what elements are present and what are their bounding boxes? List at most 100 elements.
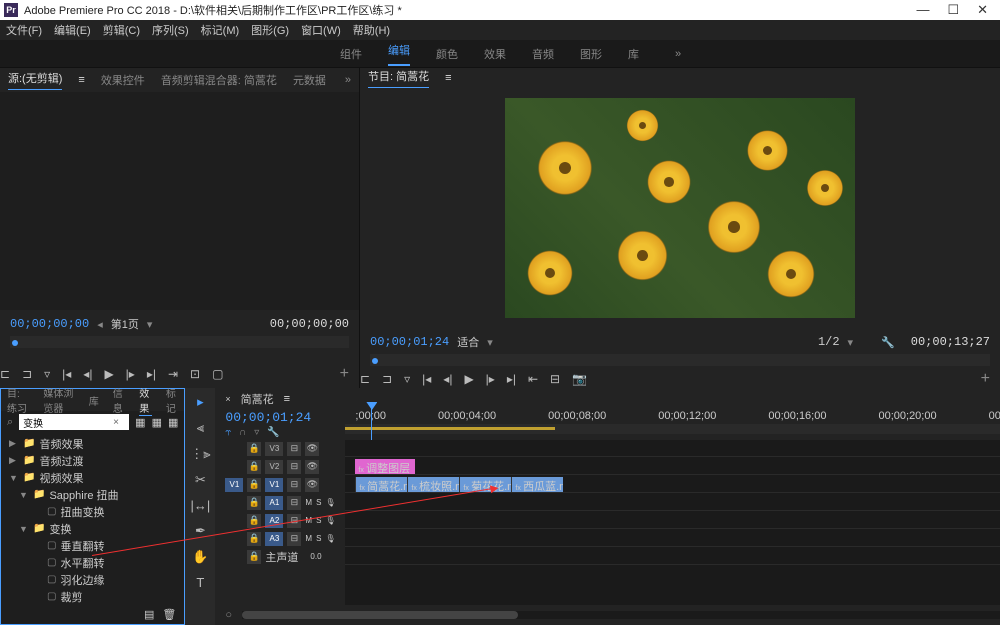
program-zoom[interactable]: 1/2 <box>818 335 840 349</box>
program-fit[interactable]: 适合 <box>457 334 479 350</box>
program-tab[interactable]: 节目: 简蒿花 <box>368 68 429 88</box>
clip-video[interactable]: fx 简蒿花.mp4 <box>355 477 407 492</box>
marker-icon[interactable]: ▿ <box>44 367 50 381</box>
insert-icon[interactable]: ⇥ <box>168 367 178 381</box>
preset-bin-icon[interactable]: ▦ <box>168 416 178 429</box>
timeline-tc[interactable]: 00;00;01;24 <box>225 410 345 425</box>
source-tab-source[interactable]: 源:(无剪辑) <box>8 70 62 90</box>
marker-add-icon[interactable]: ▿ <box>254 427 259 438</box>
ws-assembly[interactable]: 组件 <box>340 46 362 62</box>
menu-sequence[interactable]: 序列(S) <box>152 22 189 38</box>
clear-search-icon[interactable]: × <box>113 417 119 428</box>
preset-bin-icon[interactable]: ▦ <box>152 416 162 429</box>
tree-item[interactable]: ▢垂直翻转 <box>5 537 180 554</box>
ws-effects[interactable]: 效果 <box>484 46 506 62</box>
wrench-icon[interactable]: 🔧 <box>881 336 895 349</box>
menu-help[interactable]: 帮助(H) <box>353 22 390 38</box>
mark-in-icon[interactable]: ⊏ <box>0 367 10 381</box>
settings-icon[interactable]: 🔧 <box>267 427 279 438</box>
source-page[interactable]: 第1页 <box>111 316 139 332</box>
new-bin-icon[interactable]: ▤ <box>144 608 154 621</box>
ws-editing[interactable]: 编辑 <box>388 42 410 66</box>
source-tab-effectcontrols[interactable]: 效果控件 <box>101 72 145 88</box>
tree-item[interactable]: ▶📁音频效果 <box>5 435 180 452</box>
extract-icon[interactable]: ⊟ <box>550 372 560 386</box>
track-select-tool-icon[interactable]: ⫷ <box>197 420 204 436</box>
tree-item[interactable]: ▢裁剪 <box>5 588 180 604</box>
step-fwd-icon[interactable]: ▸| <box>147 367 156 381</box>
minimize-button[interactable]: — <box>916 2 929 18</box>
program-tc-in[interactable]: 00;00;01;24 <box>370 335 449 349</box>
mark-out-icon[interactable]: ⊐ <box>382 372 392 386</box>
export-frame-icon[interactable]: ▢ <box>212 367 223 381</box>
clip-video[interactable]: fx 西瓜蓝.mp4 <box>511 477 563 492</box>
ws-color[interactable]: 颜色 <box>436 46 458 62</box>
type-tool-icon[interactable]: T <box>196 575 204 590</box>
razor-tool-icon[interactable]: ✂ <box>195 472 206 488</box>
menu-graphics[interactable]: 图形(G) <box>251 22 289 38</box>
step-back-icon[interactable]: |◂ <box>422 372 431 386</box>
track-v1[interactable]: V1 <box>265 478 283 492</box>
slip-tool-icon[interactable]: |↔| <box>191 498 211 513</box>
source-tab-audiomixer[interactable]: 音频剪辑混合器: 简蒿花 <box>161 72 277 88</box>
zoom-out-icon[interactable]: ○ <box>225 609 232 621</box>
prev-frame-icon[interactable]: ◂| <box>443 372 452 386</box>
track-a1[interactable]: A1 <box>265 496 283 510</box>
program-monitor[interactable] <box>360 88 1000 328</box>
overwrite-icon[interactable]: ⊡ <box>190 367 200 381</box>
menu-edit[interactable]: 编辑(E) <box>54 22 91 38</box>
pen-tool-icon[interactable]: ✒ <box>195 523 206 539</box>
ws-audio[interactable]: 音频 <box>532 46 554 62</box>
lift-icon[interactable]: ⇤ <box>528 372 538 386</box>
link-icon[interactable]: ∩ <box>239 427 246 438</box>
source-tc-in[interactable]: 00;00;00;00 <box>10 317 89 331</box>
tree-item[interactable]: ▢扭曲变换 <box>5 503 180 520</box>
track-v2[interactable]: V2 <box>265 460 283 474</box>
tree-item[interactable]: ▼📁Sapphire 扭曲 <box>5 486 180 503</box>
selection-tool-icon[interactable]: ▸ <box>197 394 204 410</box>
track-a2[interactable]: A2 <box>265 514 283 528</box>
tree-item[interactable]: ▢羽化边缘 <box>5 571 180 588</box>
timeline-ruler[interactable]: ;00;0000;00;04;0000;00;08;0000;00;12;000… <box>345 410 1000 438</box>
menu-window[interactable]: 窗口(W) <box>301 22 341 38</box>
ws-overflow[interactable]: » <box>675 48 681 60</box>
source-v1[interactable]: V1 <box>225 478 243 492</box>
ws-graphics[interactable]: 图形 <box>580 46 602 62</box>
ws-library[interactable]: 库 <box>628 46 639 62</box>
next-frame-icon[interactable]: |▸ <box>126 367 135 381</box>
source-ruler[interactable] <box>10 336 349 348</box>
add-button-icon[interactable]: + <box>981 370 990 388</box>
step-back-icon[interactable]: |◂ <box>62 367 71 381</box>
tree-item[interactable]: ▶📁音频过渡 <box>5 452 180 469</box>
track-a3[interactable]: A3 <box>265 532 283 546</box>
step-fwd-icon[interactable]: ▸| <box>507 372 516 386</box>
tab-library[interactable]: 库 <box>89 393 99 408</box>
maximize-button[interactable]: ☐ <box>947 2 959 18</box>
play-icon[interactable]: ▶ <box>104 367 113 381</box>
play-icon[interactable]: ▶ <box>464 372 473 386</box>
source-tab-metadata[interactable]: 元数据 <box>293 72 326 88</box>
timeline-scrollbar[interactable] <box>242 611 1000 619</box>
sequence-name[interactable]: 简蒿花 <box>241 391 274 407</box>
menu-marker[interactable]: 标记(M) <box>201 22 240 38</box>
source-overflow[interactable]: » <box>345 74 351 86</box>
close-button[interactable]: ✕ <box>977 2 988 18</box>
ripple-tool-icon[interactable]: ⋮⫸ <box>190 446 210 462</box>
marker-icon[interactable]: ▿ <box>404 372 410 386</box>
snap-icon[interactable]: ⥾ <box>225 427 231 438</box>
search-input[interactable]: × <box>19 414 129 430</box>
timeline-content[interactable]: fx 调整图层 fx 简蒿花.mp4 fx 梳妆照.mp4 fx 菊花花.mp4… <box>345 440 1000 605</box>
clip-adjustment[interactable]: fx 调整图层 <box>355 459 415 474</box>
next-frame-icon[interactable]: |▸ <box>486 372 495 386</box>
clip-video[interactable]: fx 梳妆照.mp4 <box>407 477 459 492</box>
tree-item[interactable]: ▼📁变换 <box>5 520 180 537</box>
program-ruler[interactable] <box>370 354 990 366</box>
preset-bin-icon[interactable]: ▦ <box>135 416 145 429</box>
track-master[interactable]: 主声道 <box>265 549 298 565</box>
tree-item[interactable]: ▢水平翻转 <box>5 554 180 571</box>
trash-icon[interactable]: 🗑 <box>162 608 176 621</box>
prev-frame-icon[interactable]: ◂| <box>83 367 92 381</box>
add-button-icon[interactable]: + <box>340 365 349 383</box>
hand-tool-icon[interactable]: ✋ <box>192 549 208 565</box>
menu-clip[interactable]: 剪辑(C) <box>103 22 140 38</box>
